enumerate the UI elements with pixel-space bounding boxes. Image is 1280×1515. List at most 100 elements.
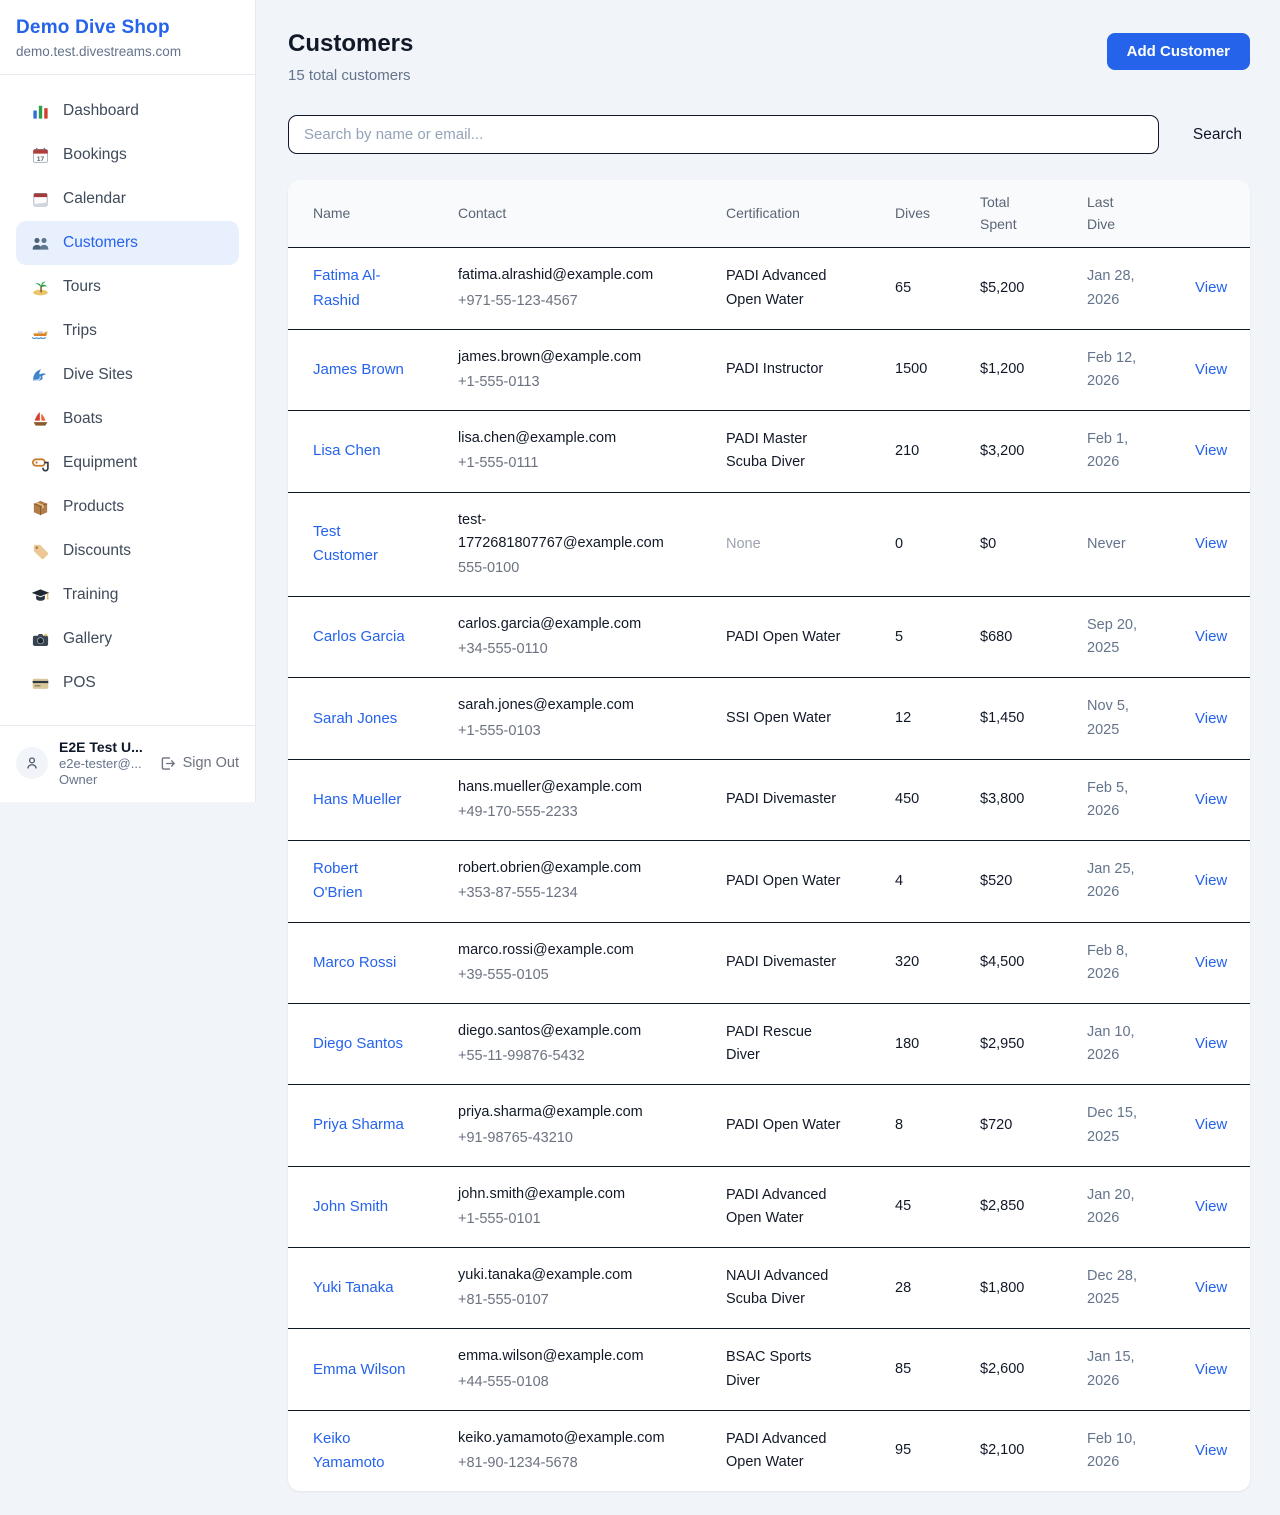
customer-email: carlos.garcia@example.com: [458, 613, 668, 636]
customer-dives: 210: [870, 411, 955, 492]
customer-name-link[interactable]: Fatima Al-Rashid: [313, 267, 381, 308]
sidebar-item-dashboard[interactable]: Dashboard: [16, 89, 239, 133]
customer-name-link[interactable]: James Brown: [313, 361, 404, 378]
add-customer-button[interactable]: Add Customer: [1107, 33, 1250, 70]
customer-name-link[interactable]: Robert O'Brien: [313, 860, 363, 901]
sidebar-item-products[interactable]: Products: [16, 485, 239, 529]
view-link[interactable]: View: [1195, 791, 1227, 808]
sidebar-item-customers[interactable]: Customers: [16, 221, 239, 265]
table-row: Fatima Al-Rashid fatima.alrashid@example…: [288, 248, 1250, 329]
customer-name-link[interactable]: Carlos Garcia: [313, 628, 405, 645]
customer-name-link[interactable]: Diego Santos: [313, 1035, 403, 1052]
view-link[interactable]: View: [1195, 628, 1227, 645]
view-link[interactable]: View: [1195, 872, 1227, 889]
view-link[interactable]: View: [1195, 1442, 1227, 1459]
customer-certification: PADI Open Water: [701, 841, 870, 922]
customer-name-link[interactable]: Lisa Chen: [313, 442, 381, 459]
sidebar-item-tours[interactable]: Tours: [16, 265, 239, 309]
view-link[interactable]: View: [1195, 1035, 1227, 1052]
customer-dives: 85: [870, 1329, 955, 1410]
table-row: Yuki Tanaka yuki.tanaka@example.com+81-5…: [288, 1248, 1250, 1329]
customer-email: emma.wilson@example.com: [458, 1345, 668, 1368]
customer-certification: PADI Advanced Open Water: [701, 248, 870, 329]
view-link[interactable]: View: [1195, 1198, 1227, 1215]
customer-total-spent: $2,600: [955, 1329, 1062, 1410]
customer-last-dive: Jan 25, 2026: [1062, 841, 1170, 922]
customer-phone: +55-11-99876-5432: [458, 1045, 668, 1068]
table-row: James Brown james.brown@example.com+1-55…: [288, 329, 1250, 410]
sidebar-item-gallery[interactable]: Gallery: [16, 617, 239, 661]
sidebar-item-equipment[interactable]: Equipment: [16, 441, 239, 485]
camera-icon: [30, 629, 50, 649]
island-icon: [30, 277, 50, 297]
sidebar-item-calendar[interactable]: Calendar: [16, 177, 239, 221]
page-title: Customers: [288, 30, 413, 58]
view-link[interactable]: View: [1195, 442, 1227, 459]
sidebar-item-boats[interactable]: Boats: [16, 397, 239, 441]
customer-name-link[interactable]: Keiko Yamamoto: [313, 1430, 384, 1471]
customer-email: marco.rossi@example.com: [458, 939, 668, 962]
sidebar-item-label: Trips: [63, 322, 97, 340]
customer-phone: +81-555-0107: [458, 1289, 668, 1312]
customer-dives: 0: [870, 492, 955, 597]
customers-table: Name Contact Certification Dives Total S…: [288, 180, 1250, 1491]
customer-last-dive: Dec 28, 2025: [1062, 1248, 1170, 1329]
view-link[interactable]: View: [1195, 361, 1227, 378]
customer-certification: PADI Advanced Open Water: [701, 1410, 870, 1491]
customer-email: sarah.jones@example.com: [458, 694, 668, 717]
customer-name-link[interactable]: Yuki Tanaka: [313, 1279, 394, 1296]
customer-email: test-1772681807767@example.com: [458, 509, 668, 555]
sign-out-button[interactable]: Sign Out: [159, 755, 239, 772]
column-header-dives: Dives: [870, 180, 955, 248]
customer-phone: +34-555-0110: [458, 638, 668, 661]
table-row: Emma Wilson emma.wilson@example.com+44-5…: [288, 1329, 1250, 1410]
graduation-cap-icon: [30, 585, 50, 605]
customer-certification: BSAC Sports Diver: [701, 1329, 870, 1410]
view-link[interactable]: View: [1195, 1279, 1227, 1296]
customer-last-dive: Feb 8, 2026: [1062, 922, 1170, 1003]
view-link[interactable]: View: [1195, 1361, 1227, 1378]
customer-last-dive: Never: [1062, 492, 1170, 597]
sidebar-item-trips[interactable]: Trips: [16, 309, 239, 353]
customer-phone: +1-555-0113: [458, 371, 668, 394]
sidebar-item-dive-sites[interactable]: Dive Sites: [16, 353, 239, 397]
search-input[interactable]: [288, 115, 1159, 154]
customer-name-link[interactable]: Marco Rossi: [313, 954, 396, 971]
sidebar-item-bookings[interactable]: 17 Bookings: [16, 133, 239, 177]
sidebar-item-discounts[interactable]: Discounts: [16, 529, 239, 573]
customer-dives: 12: [870, 678, 955, 759]
customer-dives: 95: [870, 1410, 955, 1491]
column-header-contact: Contact: [433, 180, 701, 248]
customer-name-link[interactable]: Sarah Jones: [313, 710, 397, 727]
view-link[interactable]: View: [1195, 535, 1227, 552]
customer-name-link[interactable]: John Smith: [313, 1198, 388, 1215]
customer-phone: +353-87-555-1234: [458, 882, 668, 905]
table-row: Lisa Chen lisa.chen@example.com+1-555-01…: [288, 411, 1250, 492]
sidebar-item-training[interactable]: Training: [16, 573, 239, 617]
customers-table-card: Name Contact Certification Dives Total S…: [288, 180, 1250, 1491]
view-link[interactable]: View: [1195, 954, 1227, 971]
shop-domain: demo.test.divestreams.com: [16, 44, 239, 59]
page-subtitle: 15 total customers: [288, 67, 413, 84]
user-name: E2E Test U...: [59, 739, 148, 755]
sign-out-label: Sign Out: [183, 755, 239, 771]
view-link[interactable]: View: [1195, 279, 1227, 296]
sidebar-item-pos[interactable]: POS: [16, 661, 239, 705]
customer-name-link[interactable]: Hans Mueller: [313, 791, 401, 808]
customer-last-dive: Nov 5, 2025: [1062, 678, 1170, 759]
view-link[interactable]: View: [1195, 1116, 1227, 1133]
customer-certification: PADI Open Water: [701, 1085, 870, 1166]
search-button[interactable]: Search: [1185, 122, 1250, 148]
customer-last-dive: Feb 1, 2026: [1062, 411, 1170, 492]
sidebar-user-footer: E2E Test U... e2e-tester@... Owner Sign …: [0, 725, 255, 802]
customer-name-link[interactable]: Priya Sharma: [313, 1116, 404, 1133]
customer-name-link[interactable]: Emma Wilson: [313, 1361, 406, 1378]
customer-email: lisa.chen@example.com: [458, 427, 668, 450]
customer-certification: PADI Divemaster: [701, 922, 870, 1003]
table-row: Diego Santos diego.santos@example.com+55…: [288, 1003, 1250, 1084]
sidebar-nav: Dashboard 17 Bookings Calendar Customers…: [0, 75, 255, 713]
sidebar-item-label: Products: [63, 498, 124, 516]
column-header-total-spent: Total Spent: [955, 180, 1062, 248]
view-link[interactable]: View: [1195, 710, 1227, 727]
customer-name-link[interactable]: Test Customer: [313, 523, 378, 564]
